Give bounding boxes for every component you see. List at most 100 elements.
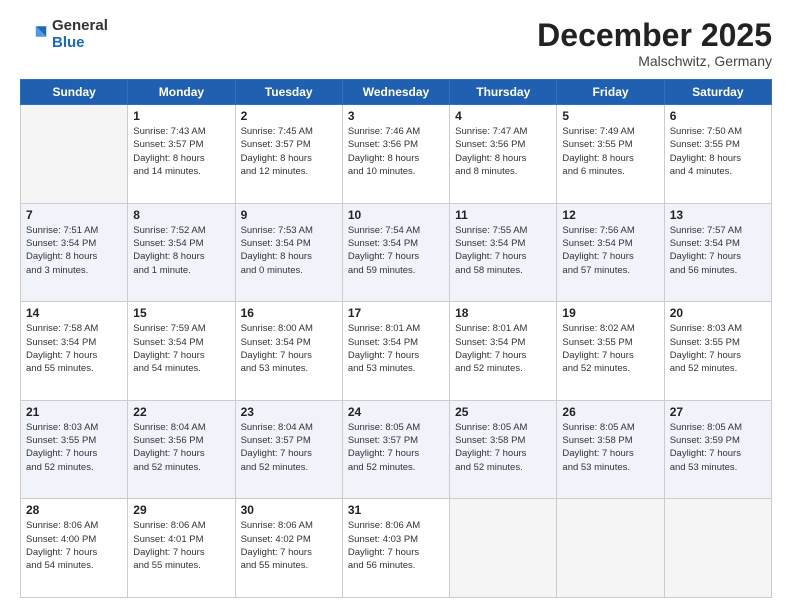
day-info: Sunrise: 8:01 AMSunset: 3:54 PMDaylight:… [455,322,551,375]
calendar-day-cell: 15 Sunrise: 7:59 AMSunset: 3:54 PMDayligh… [128,302,235,401]
day-info: Sunrise: 8:05 AMSunset: 3:57 PMDaylight:… [348,421,444,474]
day-number: 1 [133,109,229,123]
day-number: 21 [26,405,122,419]
calendar-day-cell: 8 Sunrise: 7:52 AMSunset: 3:54 PMDaylight… [128,203,235,302]
weekday-thursday: Thursday [450,80,557,105]
calendar-day-cell: 29 Sunrise: 8:06 AMSunset: 4:01 PMDayligh… [128,499,235,598]
day-info: Sunrise: 7:58 AMSunset: 3:54 PMDaylight:… [26,322,122,375]
day-number: 24 [348,405,444,419]
day-info: Sunrise: 7:43 AMSunset: 3:57 PMDaylight:… [133,125,229,178]
calendar-header-row: Sunday Monday Tuesday Wednesday Thursday… [21,80,772,105]
day-number: 12 [562,208,658,222]
calendar-day-cell: 21Sunrise: 8:03 AMSunset: 3:55 PMDayligh… [21,400,128,499]
calendar-day-cell: 12 Sunrise: 7:56 AMSunset: 3:54 PMDayligh… [557,203,664,302]
calendar-day-cell: 19 Sunrise: 8:02 AMSunset: 3:55 PMDayligh… [557,302,664,401]
calendar-day-cell: 1 Sunrise: 7:43 AMSunset: 3:57 PMDaylight… [128,105,235,204]
calendar-day-cell [557,499,664,598]
day-number: 19 [562,306,658,320]
day-info: Sunrise: 7:52 AMSunset: 3:54 PMDaylight:… [133,224,229,277]
day-info: Sunrise: 7:50 AMSunset: 3:55 PMDaylight:… [670,125,766,178]
day-info: Sunrise: 8:04 AMSunset: 3:56 PMDaylight:… [133,421,229,474]
day-number: 16 [241,306,337,320]
calendar-day-cell: 18 Sunrise: 8:01 AMSunset: 3:54 PMDayligh… [450,302,557,401]
calendar-day-cell: 10 Sunrise: 7:54 AMSunset: 3:54 PMDayligh… [342,203,449,302]
day-number: 22 [133,405,229,419]
day-info: Sunrise: 8:05 AMSunset: 3:58 PMDaylight:… [455,421,551,474]
weekday-saturday: Saturday [664,80,771,105]
logo-icon [20,21,48,49]
day-info: Sunrise: 8:04 AMSunset: 3:57 PMDaylight:… [241,421,337,474]
day-number: 2 [241,109,337,123]
day-number: 27 [670,405,766,419]
calendar-week-row: 7 Sunrise: 7:51 AMSunset: 3:54 PMDaylight… [21,203,772,302]
day-number: 10 [348,208,444,222]
day-number: 18 [455,306,551,320]
day-number: 7 [26,208,122,222]
day-info: Sunrise: 8:06 AMSunset: 4:02 PMDaylight:… [241,519,337,572]
day-number: 29 [133,503,229,517]
location-text: Malschwitz, Germany [537,53,772,69]
day-info: Sunrise: 7:49 AMSunset: 3:55 PMDaylight:… [562,125,658,178]
day-info: Sunrise: 8:06 AMSunset: 4:01 PMDaylight:… [133,519,229,572]
calendar-day-cell [664,499,771,598]
day-number: 9 [241,208,337,222]
calendar-day-cell: 5 Sunrise: 7:49 AMSunset: 3:55 PMDaylight… [557,105,664,204]
calendar-day-cell: 27Sunrise: 8:05 AMSunset: 3:59 PMDayligh… [664,400,771,499]
day-number: 3 [348,109,444,123]
calendar-week-row: 28Sunrise: 8:06 AMSunset: 4:00 PMDayligh… [21,499,772,598]
day-number: 14 [26,306,122,320]
calendar-day-cell: 13 Sunrise: 7:57 AMSunset: 3:54 PMDayligh… [664,203,771,302]
day-number: 6 [670,109,766,123]
logo-general-text: General [52,18,108,35]
calendar-day-cell: 2 Sunrise: 7:45 AMSunset: 3:57 PMDaylight… [235,105,342,204]
day-info: Sunrise: 7:54 AMSunset: 3:54 PMDaylight:… [348,224,444,277]
day-info: Sunrise: 7:57 AMSunset: 3:54 PMDaylight:… [670,224,766,277]
calendar-day-cell: 4 Sunrise: 7:47 AMSunset: 3:56 PMDaylight… [450,105,557,204]
calendar-day-cell: 17 Sunrise: 8:01 AMSunset: 3:54 PMDayligh… [342,302,449,401]
calendar-day-cell: 3 Sunrise: 7:46 AMSunset: 3:56 PMDaylight… [342,105,449,204]
weekday-wednesday: Wednesday [342,80,449,105]
calendar-day-cell: 23Sunrise: 8:04 AMSunset: 3:57 PMDayligh… [235,400,342,499]
day-info: Sunrise: 8:00 AMSunset: 3:54 PMDaylight:… [241,322,337,375]
day-info: Sunrise: 7:51 AMSunset: 3:54 PMDaylight:… [26,224,122,277]
day-number: 17 [348,306,444,320]
day-info: Sunrise: 7:47 AMSunset: 3:56 PMDaylight:… [455,125,551,178]
day-info: Sunrise: 7:45 AMSunset: 3:57 PMDaylight:… [241,125,337,178]
day-number: 20 [670,306,766,320]
day-number: 4 [455,109,551,123]
day-info: Sunrise: 7:59 AMSunset: 3:54 PMDaylight:… [133,322,229,375]
calendar-day-cell: 28Sunrise: 8:06 AMSunset: 4:00 PMDayligh… [21,499,128,598]
page-header: General Blue December 2025 Malschwitz, G… [20,18,772,69]
day-number: 5 [562,109,658,123]
day-info: Sunrise: 8:06 AMSunset: 4:03 PMDaylight:… [348,519,444,572]
weekday-sunday: Sunday [21,80,128,105]
day-number: 25 [455,405,551,419]
weekday-monday: Monday [128,80,235,105]
day-info: Sunrise: 7:46 AMSunset: 3:56 PMDaylight:… [348,125,444,178]
day-info: Sunrise: 8:06 AMSunset: 4:00 PMDaylight:… [26,519,122,572]
calendar-day-cell: 6 Sunrise: 7:50 AMSunset: 3:55 PMDaylight… [664,105,771,204]
day-number: 13 [670,208,766,222]
day-number: 30 [241,503,337,517]
logo: General Blue [20,18,108,51]
weekday-tuesday: Tuesday [235,80,342,105]
day-number: 8 [133,208,229,222]
day-info: Sunrise: 8:05 AMSunset: 3:58 PMDaylight:… [562,421,658,474]
calendar-day-cell: 25 Sunrise: 8:05 AMSunset: 3:58 PMDayligh… [450,400,557,499]
calendar-day-cell: 31Sunrise: 8:06 AMSunset: 4:03 PMDayligh… [342,499,449,598]
calendar-day-cell: 22 Sunrise: 8:04 AMSunset: 3:56 PMDayligh… [128,400,235,499]
day-info: Sunrise: 8:02 AMSunset: 3:55 PMDaylight:… [562,322,658,375]
calendar-day-cell [21,105,128,204]
day-info: Sunrise: 8:01 AMSunset: 3:54 PMDaylight:… [348,322,444,375]
day-number: 15 [133,306,229,320]
calendar-week-row: 14 Sunrise: 7:58 AMSunset: 3:54 PMDayligh… [21,302,772,401]
calendar-day-cell [450,499,557,598]
title-block: December 2025 Malschwitz, Germany [537,18,772,69]
weekday-friday: Friday [557,80,664,105]
calendar-day-cell: 20Sunrise: 8:03 AMSunset: 3:55 PMDayligh… [664,302,771,401]
day-info: Sunrise: 7:56 AMSunset: 3:54 PMDaylight:… [562,224,658,277]
calendar-day-cell: 11Sunrise: 7:55 AMSunset: 3:54 PMDayligh… [450,203,557,302]
day-info: Sunrise: 7:55 AMSunset: 3:54 PMDaylight:… [455,224,551,277]
month-title: December 2025 [537,18,772,53]
day-info: Sunrise: 7:53 AMSunset: 3:54 PMDaylight:… [241,224,337,277]
